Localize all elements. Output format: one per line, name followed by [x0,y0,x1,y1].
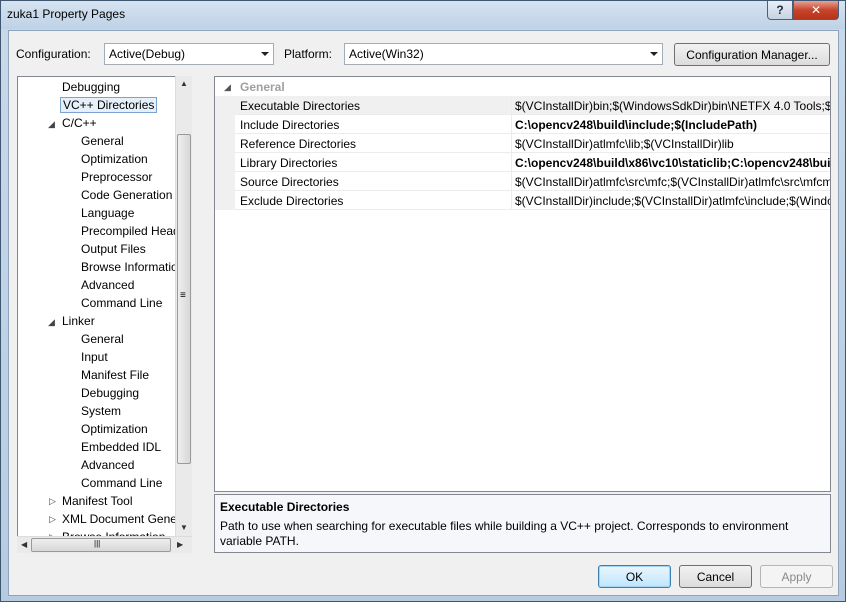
configuration-manager-button[interactable]: Configuration Manager... [674,43,830,66]
property-name: Source Directories [240,175,339,189]
tree-item-vc-directories[interactable]: VC++ Directories [60,96,158,114]
scroll-up-arrow-icon[interactable]: ▲ [180,79,188,88]
tree-item-cc-precompiled-headers[interactable]: Precompiled Heade [81,222,184,240]
column-separator [511,134,512,153]
apply-button[interactable]: Apply [760,565,833,588]
description-pane: Executable Directories Path to use when … [214,494,831,553]
configuration-value: Active(Debug) [109,47,186,61]
property-grid: ◢ General Executable Directories $(VCIns… [214,76,831,492]
tree-item-debugging[interactable]: Debugging [62,78,120,96]
property-name: Reference Directories [240,137,357,151]
property-value[interactable]: $(VCInstallDir)atlmfc\src\mfc;$(VCInstal… [515,175,830,189]
tree-item-cc-browse-information[interactable]: Browse Information [81,258,184,276]
expand-arrow-icon[interactable]: ▷ [49,514,56,525]
grip-icon: ||| [94,539,101,548]
scroll-right-arrow-icon[interactable]: ▶ [177,540,183,549]
category-label: General [240,80,285,94]
configuration-label: Configuration: [16,47,91,61]
scroll-left-arrow-icon[interactable]: ◀ [21,540,27,549]
ok-button[interactable]: OK [598,565,671,588]
property-row-library-directories[interactable]: Library Directories C:\opencv248\build\x… [215,153,830,172]
property-row-exclude-directories[interactable]: Exclude Directories $(VCInstallDir)inclu… [215,191,830,210]
title-bar[interactable]: zuka1 Property Pages ? ✕ [1,1,845,29]
property-pages-window: zuka1 Property Pages ? ✕ Configuration: … [0,0,846,602]
tree-item-cc-command-line[interactable]: Command Line [81,294,162,312]
tree-item-linker-advanced[interactable]: Advanced [81,456,134,474]
property-name: Exclude Directories [240,194,344,208]
column-separator [511,153,512,172]
row-gutter [215,115,235,134]
property-row-include-directories[interactable]: Include Directories C:\opencv248\build\i… [215,115,830,134]
tree-item-cc-general[interactable]: General [81,132,124,150]
dialog-client: Configuration: Active(Debug) Platform: A… [8,30,839,596]
tree-item-manifest-tool[interactable]: Manifest Tool [62,492,132,510]
cancel-button[interactable]: Cancel [679,565,752,588]
collapse-arrow-icon[interactable]: ◢ [48,119,55,130]
tree-item-linker-debugging[interactable]: Debugging [81,384,139,402]
row-gutter [215,153,235,172]
platform-value: Active(Win32) [349,47,424,61]
scroll-down-arrow-icon[interactable]: ▼ [180,523,188,532]
property-value[interactable]: $(VCInstallDir)atlmfc\lib;$(VCInstallDir… [515,137,734,151]
column-separator [511,115,512,134]
property-name: Executable Directories [240,99,361,113]
window-title: zuka1 Property Pages [7,7,126,21]
platform-dropdown[interactable]: Active(Win32) [344,43,663,65]
column-separator [511,172,512,191]
tree-item-linker-general[interactable]: General [81,330,124,348]
collapse-arrow-icon[interactable]: ◢ [224,82,231,93]
tree-item-linker-system[interactable]: System [81,402,121,420]
tree-item-linker-input[interactable]: Input [81,348,108,366]
tree-item-cc-code-generation[interactable]: Code Generation [81,186,172,204]
tree-item-xml-document-generator[interactable]: XML Document Genera [62,510,184,528]
property-value[interactable]: C:\opencv248\build\x86\vc10\staticlib;C:… [515,156,830,170]
configuration-dropdown[interactable]: Active(Debug) [104,43,274,65]
row-gutter [215,96,235,115]
grip-icon: ≡ [180,290,186,301]
tree-vertical-scroll-thumb[interactable]: ≡ [177,134,191,464]
chevron-down-icon [650,52,658,56]
tree-item-cc-advanced[interactable]: Advanced [81,276,134,294]
expand-arrow-icon[interactable]: ▷ [49,496,56,507]
tree-item-cc-preprocessor[interactable]: Preprocessor [81,168,152,186]
row-gutter [215,134,235,153]
description-title: Executable Directories [220,500,350,514]
tree-item-linker-command-line[interactable]: Command Line [81,474,162,492]
close-button[interactable]: ✕ [793,1,839,20]
tree-item-linker[interactable]: Linker [62,312,95,330]
column-separator [511,96,512,115]
description-text: Path to use when searching for executabl… [220,519,789,548]
tree-item-cc-optimization[interactable]: Optimization [81,150,148,168]
property-value[interactable]: C:\opencv248\build\include;$(IncludePath… [515,118,757,132]
platform-label: Platform: [284,47,333,61]
property-tree[interactable]: Debugging VC++ Directories ◢ C/C++ Gener… [17,76,185,553]
collapse-arrow-icon[interactable]: ◢ [48,317,55,328]
tree-item-c-cpp[interactable]: C/C++ [62,114,97,132]
tree-item-linker-manifest-file[interactable]: Manifest File [81,366,149,384]
column-separator [511,191,512,210]
property-row-executable-directories[interactable]: Executable Directories $(VCInstallDir)bi… [215,96,830,115]
property-row-reference-directories[interactable]: Reference Directories $(VCInstallDir)atl… [215,134,830,153]
tree-item-linker-embedded-idl[interactable]: Embedded IDL [81,438,161,456]
chevron-down-icon [261,52,269,56]
property-value[interactable]: $(VCInstallDir)include;$(VCInstallDir)at… [515,194,830,208]
property-name: Include Directories [240,118,340,132]
tree-horizontal-scroll-thumb[interactable]: ||| [31,538,171,552]
tree-item-cc-output-files[interactable]: Output Files [81,240,146,258]
tree-horizontal-scrollbar[interactable]: ◀ ||| ▶ [17,536,192,553]
help-button[interactable]: ? [767,1,793,20]
property-value[interactable]: $(VCInstallDir)bin;$(WindowsSdkDir)bin\N… [515,99,830,113]
row-gutter [215,191,235,210]
row-gutter [215,172,235,191]
property-row-source-directories[interactable]: Source Directories $(VCInstallDir)atlmfc… [215,172,830,191]
tree-item-linker-optimization[interactable]: Optimization [81,420,148,438]
tree-item-cc-language[interactable]: Language [81,204,134,222]
tree-vertical-scrollbar[interactable]: ▲ ≡ ▼ [175,76,192,536]
category-general[interactable]: ◢ General [215,77,830,96]
property-name: Library Directories [240,156,338,170]
